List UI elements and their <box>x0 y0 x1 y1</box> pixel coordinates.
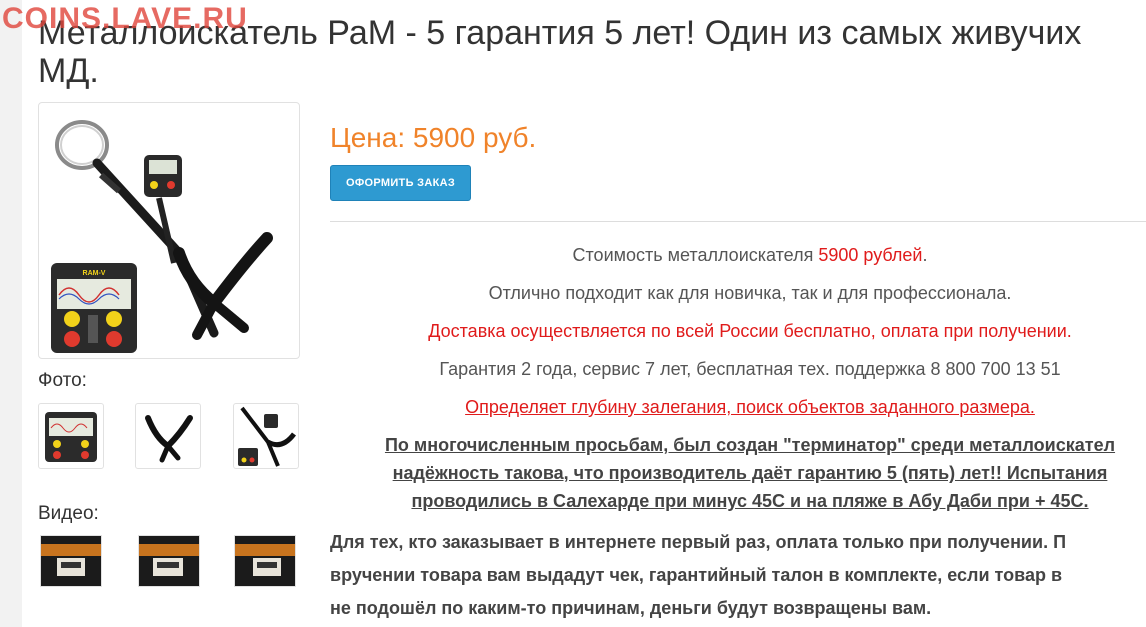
product-page: Металлоискатель РаМ - 5 гарантия 5 лет! … <box>22 0 1146 627</box>
divider <box>330 221 1146 222</box>
desc-payment-line2: вручении товара вам выдадут чек, гаранти… <box>330 565 1063 585</box>
video-frame-icon <box>235 536 295 586</box>
desc-warranty: Гарантия 2 года, сервис 7 лет, бесплатна… <box>439 359 1061 379</box>
desc-price-text: Стоимость металлоискателя <box>572 245 819 265</box>
desc-terminator-line1: По многочисленным просьбам, был создан "… <box>384 435 1116 455</box>
main-product-image[interactable]: RAM-V <box>38 102 300 359</box>
photo-thumbnail-panel[interactable] <box>38 403 104 469</box>
video-thumbnail-1[interactable] <box>40 535 102 587</box>
video-thumbnail-3[interactable] <box>234 535 296 587</box>
photo-thumbnail-arm[interactable] <box>135 403 201 469</box>
control-panel-icon <box>45 412 97 462</box>
full-detector-icon <box>238 406 296 467</box>
desc-delivery: Доставка осуществляется по всей России б… <box>428 321 1072 341</box>
desc-price-value: 5900 рублей <box>818 245 923 265</box>
panel-brand-label: RAM-V <box>83 270 106 277</box>
photo-thumbnail-full[interactable] <box>233 403 299 469</box>
desc-payment-line3: не подошёл по каким-то причинам, деньги … <box>330 598 932 618</box>
detector-arm-icon <box>145 415 193 463</box>
desc-terminator-line2: надёжность такова, что производитель даё… <box>392 463 1108 483</box>
desc-payment-line1: Для тех, кто заказывает в интернете перв… <box>330 532 1067 552</box>
order-button[interactable]: ОФОРМИТЬ ЗАКАЗ <box>330 165 471 201</box>
metal-detector-image: RAM-V <box>51 120 273 353</box>
video-thumbnail-2[interactable] <box>138 535 200 587</box>
desc-terminator-line3: проводились в Салехарде при минус 45С и … <box>411 491 1089 511</box>
photo-label: Фото: <box>38 370 87 391</box>
site-watermark: COINS.LAVE.RU <box>2 2 248 35</box>
desc-price-suffix: . <box>922 245 928 265</box>
page-title-line2: МД. <box>38 52 99 90</box>
desc-price-line: Стоимость металлоискателя 5900 рублей. <box>330 245 1146 266</box>
desc-depth-link[interactable]: Определяет глубину залегания, поиск объе… <box>330 397 1146 418</box>
video-label: Видео: <box>38 503 99 524</box>
product-price: Цена: 5900 руб. <box>330 122 537 153</box>
video-frame-icon <box>139 536 199 586</box>
video-frame-icon <box>41 536 101 586</box>
desc-suitability: Отлично подходит как для новичка, так и … <box>488 283 1012 303</box>
